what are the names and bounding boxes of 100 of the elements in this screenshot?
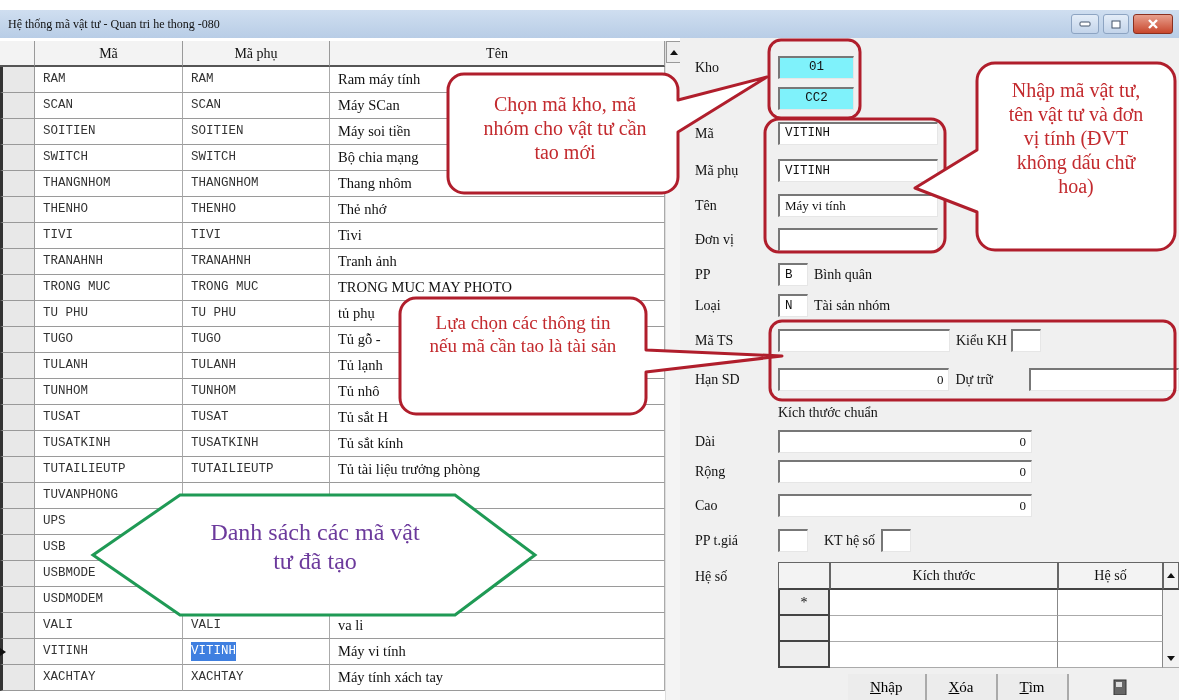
field-label: Mã phụ <box>695 162 740 180</box>
table-cell: TIVI <box>183 223 330 249</box>
action-button[interactable]: Nhập <box>848 674 927 700</box>
row-header[interactable] <box>0 405 35 431</box>
table-cell: Tranh ảnh <box>330 249 665 275</box>
table-cell: Máy tính xách tay <box>330 665 665 691</box>
table-cell[interactable] <box>830 616 1058 642</box>
row-header[interactable] <box>0 483 35 509</box>
maximize-button[interactable] <box>1103 14 1129 34</box>
row-header[interactable] <box>0 379 35 405</box>
table-cell: TUTAILIEUTP <box>35 457 183 483</box>
field-label: Cao <box>695 497 719 515</box>
row-header[interactable] <box>0 353 35 379</box>
column-header[interactable]: Hệ số <box>1058 562 1163 590</box>
scroll-up-button[interactable] <box>666 41 680 63</box>
table-cell[interactable] <box>830 590 1058 616</box>
table-cell: TUNHOM <box>35 379 183 405</box>
input-field[interactable] <box>1010 329 1041 352</box>
row-header[interactable] <box>0 145 35 171</box>
input-field[interactable]: CC2 <box>778 86 854 110</box>
field-description: Bình quân <box>813 266 873 284</box>
table-cell[interactable] <box>830 642 1058 668</box>
row-header[interactable] <box>0 639 35 665</box>
row-header[interactable] <box>0 587 35 613</box>
toolbar-icon[interactable] <box>1112 679 1127 696</box>
field-label: Mã <box>695 124 715 143</box>
selected-cell-text: VITINH <box>191 642 236 661</box>
input-field[interactable] <box>1029 368 1179 391</box>
field-label: Kho <box>695 58 721 77</box>
field-label: Hạn SD <box>695 371 741 389</box>
row-header[interactable] <box>0 93 35 119</box>
input-field[interactable]: 0 <box>777 368 950 391</box>
column-header[interactable]: Tên <box>330 41 665 67</box>
field-label: PP <box>695 266 712 284</box>
table-cell: SCAN <box>183 93 330 119</box>
row-header[interactable] <box>0 301 35 327</box>
table-cell: TUGO <box>35 327 183 353</box>
column-header[interactable]: Mã <box>35 41 183 67</box>
row-header[interactable] <box>0 223 35 249</box>
input-field[interactable]: 01 <box>778 55 854 79</box>
column-header[interactable]: Kích thước <box>830 562 1058 590</box>
row-header[interactable] <box>0 535 35 561</box>
table-cell: THENHO <box>35 197 183 223</box>
table-cell: TUTAILIEUTP <box>183 457 330 483</box>
input-field[interactable] <box>778 329 950 352</box>
table-cell: Thẻ nhớ <box>330 197 665 223</box>
input-field[interactable]: 0 <box>778 494 1032 517</box>
row-header[interactable] <box>778 642 830 668</box>
input-field[interactable]: B <box>778 263 808 286</box>
field-label: Mã TS <box>695 332 735 350</box>
input-field[interactable]: 0 <box>778 429 1032 453</box>
input-field[interactable] <box>881 529 912 552</box>
row-header[interactable] <box>0 197 35 223</box>
table-cell: SWITCH <box>183 145 330 171</box>
field-label: Kiểu KH <box>955 332 1008 350</box>
table-cell: Tủ sắt kính <box>330 431 665 457</box>
up-arrow-icon <box>669 49 678 55</box>
input-field[interactable] <box>778 228 938 251</box>
down-arrow-icon <box>1167 656 1175 661</box>
action-button[interactable]: Tìm <box>997 674 1069 700</box>
row-header[interactable] <box>0 509 35 535</box>
column-header[interactable]: Mã phụ <box>183 41 330 67</box>
row-header[interactable] <box>0 171 35 197</box>
scroll-up-button[interactable] <box>1163 562 1179 590</box>
table-cell: THANGNHOM <box>35 171 183 197</box>
row-header[interactable] <box>0 665 35 691</box>
window-title: Hệ thống mã vật tư - Quan tri he thong -080 <box>8 16 220 33</box>
row-header[interactable] <box>0 119 35 145</box>
input-field[interactable] <box>778 529 808 552</box>
row-header[interactable] <box>0 457 35 483</box>
input-field[interactable]: VITINH <box>778 121 938 145</box>
row-header[interactable] <box>0 275 35 301</box>
row-header[interactable] <box>0 67 35 93</box>
row-header[interactable] <box>0 561 35 587</box>
row-header[interactable] <box>0 613 35 639</box>
field-label: Đơn vị <box>695 231 735 249</box>
row-header[interactable] <box>0 249 35 275</box>
table-cell: Tủ tài liệu trưởng phòng <box>330 457 665 483</box>
input-field[interactable]: VITINH <box>778 159 938 182</box>
table-cell: THENHO <box>183 197 330 223</box>
table-cell: TIVI <box>35 223 183 249</box>
row-header[interactable] <box>0 431 35 457</box>
input-field[interactable]: N <box>778 294 808 317</box>
row-header[interactable] <box>778 616 830 642</box>
table-cell: TUSATKINH <box>35 431 183 457</box>
table-cell[interactable] <box>1058 642 1163 668</box>
row-pointer-icon <box>0 647 6 656</box>
table-cell: TULANH <box>35 353 183 379</box>
input-field[interactable]: Máy vi tính <box>778 194 938 217</box>
row-header[interactable]: * <box>778 590 830 616</box>
row-header[interactable] <box>0 327 35 353</box>
table-cell[interactable] <box>1058 590 1163 616</box>
close-button[interactable] <box>1133 14 1173 34</box>
input-field[interactable]: 0 <box>778 459 1032 483</box>
minimize-button[interactable] <box>1071 14 1099 34</box>
table-cell[interactable] <box>1058 616 1163 642</box>
table-cell: TULANH <box>183 353 330 379</box>
table-cell: RAM <box>35 67 183 93</box>
field-label: PP t.giá <box>695 532 740 550</box>
action-button[interactable]: Xóa <box>926 674 998 700</box>
